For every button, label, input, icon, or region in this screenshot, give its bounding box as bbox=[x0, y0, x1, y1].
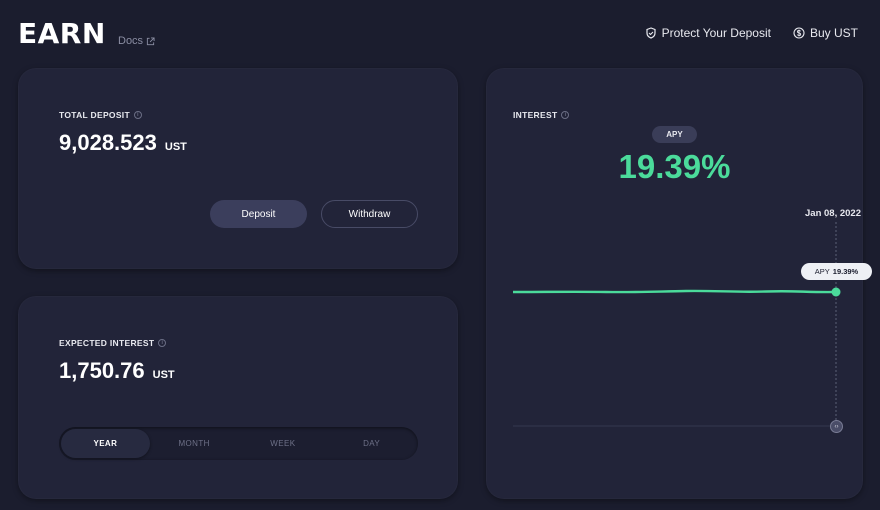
external-link-icon bbox=[146, 36, 155, 45]
total-deposit-title: TOTAL DEPOSIT i bbox=[59, 110, 142, 120]
tab-month[interactable]: MONTH bbox=[150, 429, 239, 458]
total-deposit-value: 9,028.523 bbox=[59, 130, 157, 155]
expected-interest-card: EXPECTED INTEREST i 1,750.76 UST YEAR MO… bbox=[18, 296, 458, 499]
tab-day[interactable]: DAY bbox=[327, 429, 416, 458]
earn-logo: EARN bbox=[18, 17, 106, 50]
withdraw-button[interactable]: Withdraw bbox=[321, 200, 418, 228]
apy-line bbox=[512, 289, 837, 294]
shield-icon bbox=[645, 27, 656, 39]
buy-ust-link[interactable]: Buy UST bbox=[793, 26, 858, 40]
total-deposit-amount: 9,028.523 UST bbox=[59, 130, 187, 156]
expected-interest-unit: UST bbox=[152, 369, 175, 381]
arrows-horizontal-icon: ‹› bbox=[834, 423, 839, 430]
chart-date: Jan 08, 2022 bbox=[805, 208, 861, 219]
protect-deposit-label: Protect Your Deposit bbox=[661, 26, 771, 40]
interest-card: INTEREST i APY 19.39% Jan 08, 2022 APY 1… bbox=[486, 68, 872, 499]
protect-deposit-link[interactable]: Protect Your Deposit bbox=[645, 26, 771, 40]
tooltip-value: 19.39% bbox=[832, 267, 859, 276]
total-deposit-unit: UST bbox=[164, 141, 187, 153]
expected-interest-value: 1,750.76 bbox=[59, 358, 145, 383]
deposit-button[interactable]: Deposit bbox=[210, 200, 307, 228]
header: EARN Docs Protect Your Deposit Buy UST bbox=[0, 0, 880, 66]
info-icon[interactable]: i bbox=[133, 111, 142, 119]
total-deposit-title-text: TOTAL DEPOSIT bbox=[59, 110, 130, 120]
tab-year[interactable]: YEAR bbox=[61, 429, 150, 458]
chart-scrub-handle[interactable]: ‹› bbox=[830, 420, 843, 433]
dollar-circle-icon bbox=[793, 27, 805, 39]
expected-interest-amount: 1,750.76 UST bbox=[59, 358, 175, 384]
docs-link[interactable]: Docs bbox=[118, 35, 155, 47]
tab-week[interactable]: WEEK bbox=[239, 429, 328, 458]
header-nav: Protect Your Deposit Buy UST bbox=[645, 26, 858, 40]
apy-point bbox=[831, 287, 841, 297]
expected-interest-title: EXPECTED INTEREST i bbox=[59, 338, 167, 348]
docs-label: Docs bbox=[118, 35, 144, 47]
info-icon[interactable]: i bbox=[158, 339, 167, 347]
total-deposit-card: TOTAL DEPOSIT i 9,028.523 UST Deposit Wi… bbox=[18, 68, 458, 269]
chart-tooltip: APY 19.39% bbox=[801, 263, 872, 280]
apy-chart bbox=[512, 222, 841, 427]
expected-interest-title-text: EXPECTED INTEREST bbox=[59, 338, 155, 348]
buy-ust-label: Buy UST bbox=[809, 26, 858, 40]
tooltip-label: APY bbox=[814, 267, 830, 276]
period-tabs: YEAR MONTH WEEK DAY bbox=[59, 427, 418, 460]
